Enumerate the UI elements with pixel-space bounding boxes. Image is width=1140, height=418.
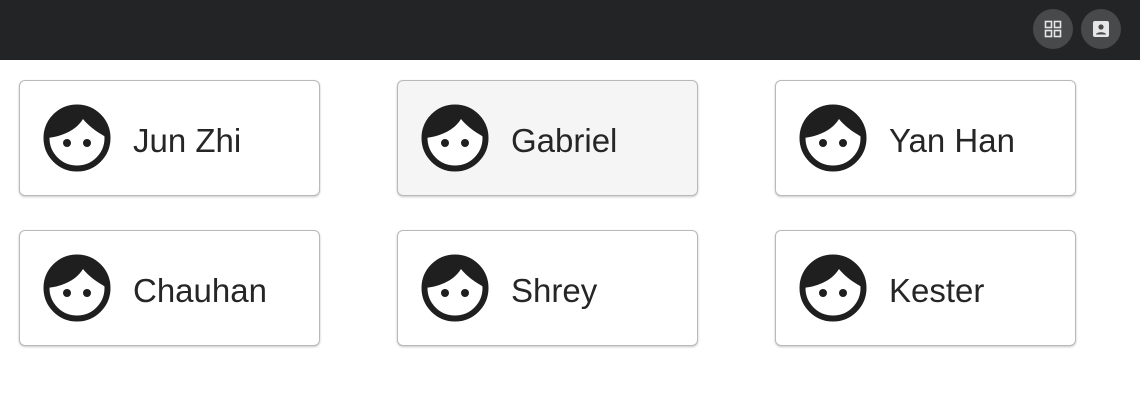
grid-view-icon [1044, 20, 1062, 38]
person-card[interactable]: Gabriel [397, 80, 698, 196]
grid-view-button[interactable] [1033, 9, 1073, 49]
face-icon [799, 104, 867, 172]
face-icon [799, 254, 867, 322]
person-name: Jun Zhi [133, 122, 242, 159]
person-card[interactable]: Chauhan [19, 230, 320, 346]
face-icon [43, 254, 111, 322]
contact-card-icon [1092, 20, 1110, 38]
person-card[interactable]: Kester [775, 230, 1076, 346]
person-card[interactable]: Yan Han [775, 80, 1076, 196]
contact-card-button[interactable] [1081, 9, 1121, 49]
face-icon [421, 254, 489, 322]
person-name: Chauhan [133, 272, 267, 309]
person-card[interactable]: Shrey [397, 230, 698, 346]
person-name: Yan Han [889, 122, 1015, 159]
face-icon [421, 104, 489, 172]
person-name: Shrey [511, 272, 598, 309]
face-icon [43, 104, 111, 172]
person-name: Kester [889, 272, 985, 309]
top-app-bar [0, 0, 1140, 60]
person-card[interactable]: Jun Zhi [19, 80, 320, 196]
person-name: Gabriel [511, 122, 618, 159]
